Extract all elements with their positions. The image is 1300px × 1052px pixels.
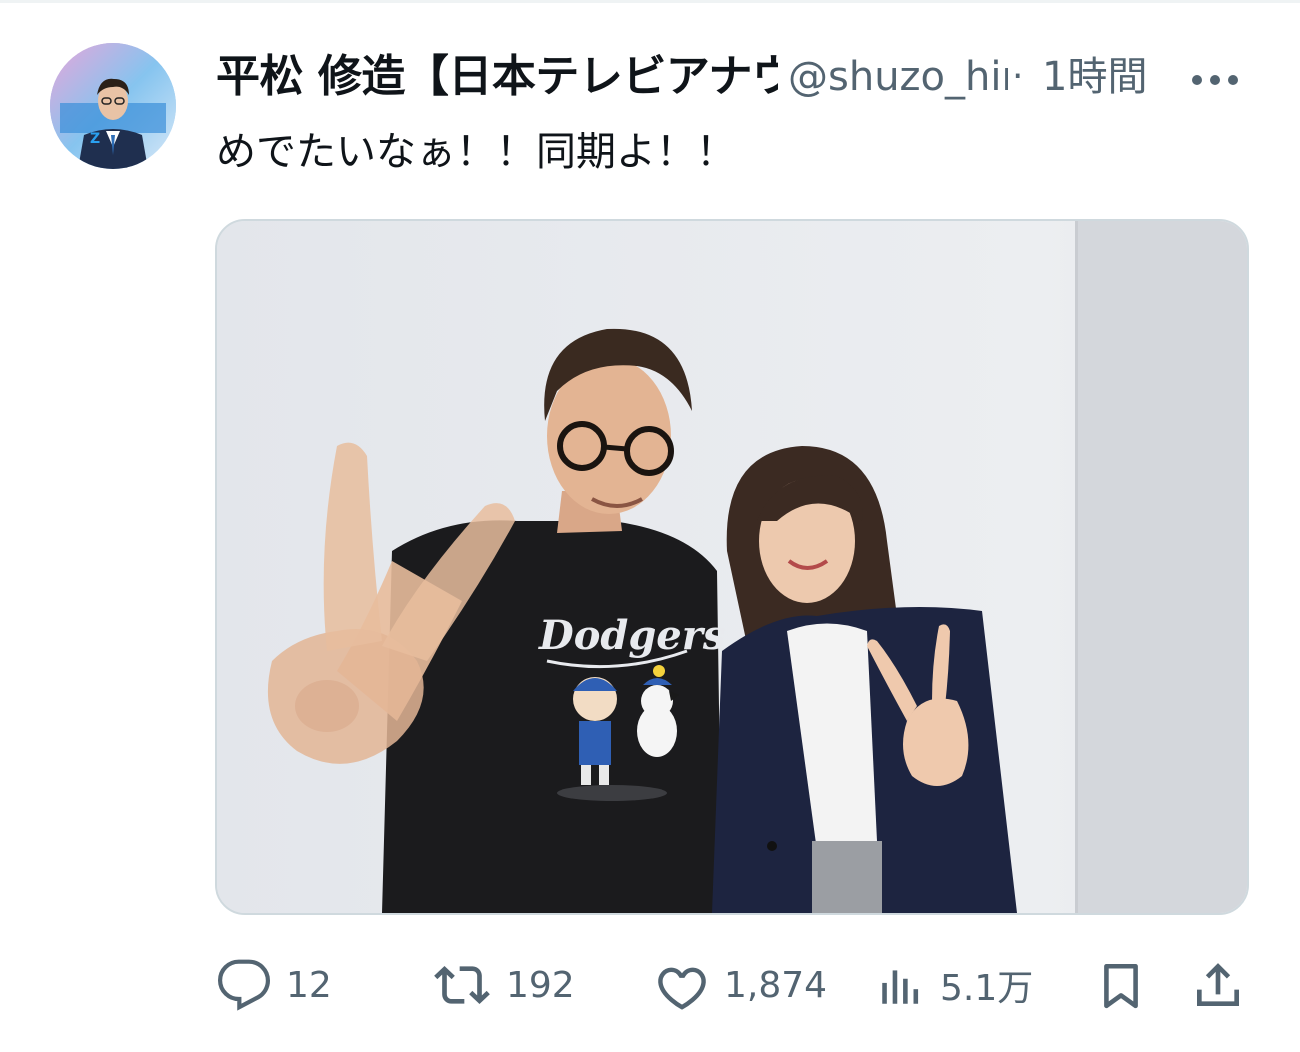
author-display-name[interactable]: 平松 修造【日本テレビアナウンサー】 <box>216 48 778 106</box>
views-button[interactable]: 5.1万 <box>876 955 1033 1015</box>
tweet-timestamp[interactable]: 1時間 <box>1042 48 1147 106</box>
heart-icon <box>658 967 706 1010</box>
reply-icon <box>217 959 271 1011</box>
share-button[interactable] <box>1190 955 1246 1015</box>
reply-button[interactable]: 12 <box>216 955 332 1015</box>
views-count: 5.1万 <box>940 968 1034 1009</box>
author-handle[interactable]: @shuzo_hiramatsu <box>788 48 1008 106</box>
retweet-button[interactable]: 192 <box>432 955 575 1015</box>
separator-dot: · <box>1012 56 1024 97</box>
retweet-icon <box>434 966 490 1004</box>
views-icon <box>882 970 919 1004</box>
avatar[interactable]: Z <box>50 43 176 169</box>
retweet-count: 192 <box>506 964 575 1006</box>
tweet-text: めでたいなぁ！！同期よ！！ <box>216 129 736 175</box>
avatar-image: Z <box>50 43 176 169</box>
top-divider <box>0 0 1300 3</box>
svg-text:Z: Z <box>90 131 100 147</box>
share-icon <box>1197 963 1239 1006</box>
bookmark-button[interactable] <box>1096 955 1146 1015</box>
bookmark-icon <box>1104 963 1138 1009</box>
action-bar: 12 192 1,874 5.1万 <box>216 955 1246 1015</box>
tweet-header: 平松 修造【日本テレビアナウンサー】 @shuzo_hiramatsu · 1時… <box>216 48 1246 108</box>
tweet-photo[interactable]: Dodgers <box>215 219 1249 915</box>
more-options-button[interactable] <box>1184 54 1248 102</box>
reply-count: 12 <box>286 964 332 1006</box>
like-count: 1,874 <box>724 964 828 1006</box>
like-button[interactable]: 1,874 <box>654 955 827 1015</box>
photo-image: Dodgers <box>217 221 1247 913</box>
shirt-text: Dodgers <box>538 612 725 659</box>
more-horizontal-icon <box>1192 75 1238 85</box>
